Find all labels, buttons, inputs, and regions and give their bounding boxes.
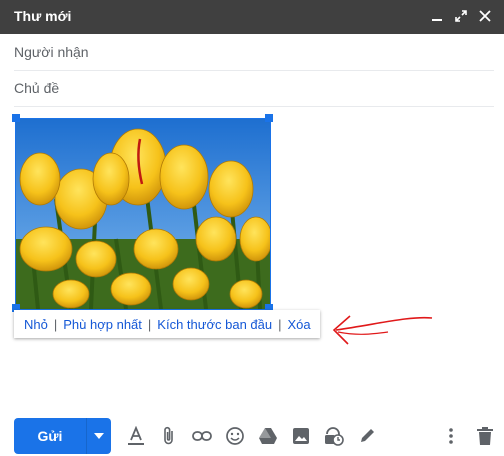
send-button[interactable]: Gửi — [14, 418, 86, 454]
separator: | — [53, 316, 58, 332]
annotation-arrow — [332, 315, 433, 345]
confidential-icon[interactable] — [323, 425, 345, 447]
send-options-button[interactable] — [86, 418, 111, 454]
subject-field[interactable]: Chủ đề — [14, 70, 494, 107]
tulips-image[interactable] — [15, 118, 271, 310]
text-format-icon[interactable] — [125, 425, 147, 447]
signature-icon[interactable] — [356, 425, 378, 447]
minimize-icon[interactable] — [428, 7, 446, 25]
separator: | — [147, 316, 152, 332]
size-original-link[interactable]: Kích thước ban đầu — [157, 317, 272, 332]
separator: | — [278, 316, 282, 332]
link-icon[interactable] — [191, 425, 213, 447]
emoji-icon[interactable] — [224, 425, 246, 447]
more-icon[interactable] — [440, 425, 462, 447]
size-best-fit-link[interactable]: Phù hợp nhất — [63, 317, 142, 332]
resize-handle-top-left[interactable] — [12, 114, 20, 122]
remove-image-link[interactable]: Xóa — [288, 317, 311, 332]
trash-icon[interactable] — [474, 425, 496, 447]
recipients-field[interactable]: Người nhận — [14, 34, 494, 71]
compose-footer: Gửi — [14, 418, 496, 454]
resize-handle-top-right[interactable] — [265, 114, 273, 122]
photo-icon[interactable] — [290, 425, 312, 447]
attach-icon[interactable] — [158, 425, 180, 447]
compose-titlebar: Thư mới — [0, 0, 504, 34]
expand-icon[interactable] — [452, 7, 470, 25]
compose-title: Thư mới — [14, 8, 72, 24]
close-icon[interactable] — [476, 7, 494, 25]
image-size-toolbar: Nhỏ | Phù hợp nhất | Kích thước ban đầu … — [14, 310, 320, 338]
size-small-link[interactable]: Nhỏ — [24, 317, 48, 332]
drive-icon[interactable] — [257, 425, 279, 447]
chevron-down-icon — [94, 433, 104, 439]
